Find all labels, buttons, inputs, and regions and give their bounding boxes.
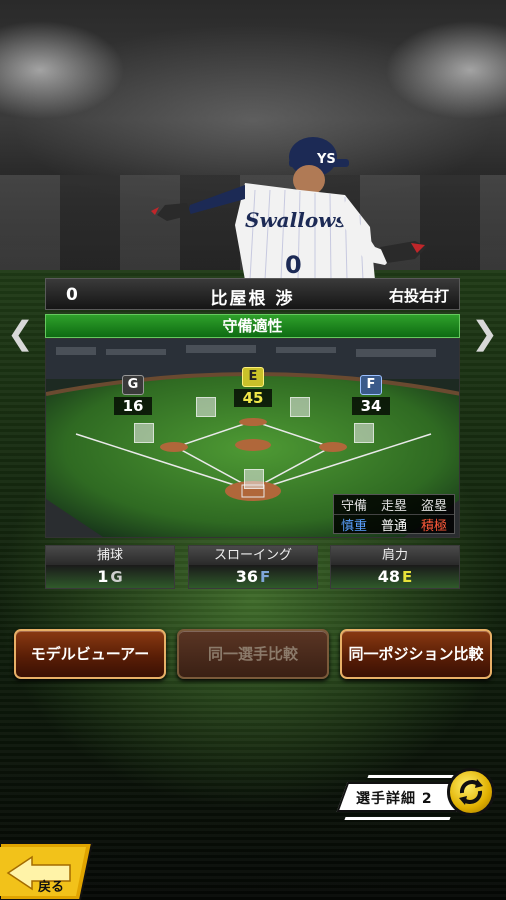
left-field-grade: G 16 <box>114 373 152 415</box>
same-player-compare-button[interactable]: 同一選手比較 <box>177 629 329 679</box>
chevron-right-icon[interactable]: ❯ <box>471 314 498 352</box>
position-marker-second-deep[interactable] <box>290 397 310 417</box>
stat-grade: G <box>110 568 123 586</box>
style-label-steal: 盗塁 <box>414 495 454 515</box>
fielding-diagram: G 16 E 45 F 34 守備 走塁 盗塁 慎重 普通 積極 <box>45 338 460 538</box>
throw-bat-info: 右投右打 <box>388 287 449 305</box>
grade-badge: F <box>360 375 382 395</box>
grade-badge: G <box>122 375 144 395</box>
player-image: YS Swallows 0 <box>151 137 427 280</box>
stat-value: 36 F <box>189 565 317 588</box>
player-name-bar: 0 比屋根 渉 右投右打 <box>45 278 460 310</box>
fielding-aptitude-header: 守備適性 <box>45 314 460 338</box>
stat-number: 1 <box>97 567 109 586</box>
center-field-grade: E 45 <box>234 365 272 407</box>
svg-text:0: 0 <box>285 251 302 279</box>
style-value-steal: 積極 <box>420 519 447 534</box>
detail-stripe-decoration <box>344 817 451 820</box>
stat-number: 48 <box>377 567 400 586</box>
cycle-icon[interactable] <box>447 768 495 816</box>
stat-label: 肩力 <box>331 546 459 565</box>
same-position-compare-button[interactable]: 同一ポジション比較 <box>340 629 492 679</box>
stat-number: 36 <box>235 567 258 586</box>
right-field-grade: F 34 <box>352 373 390 415</box>
position-marker-third[interactable] <box>134 423 154 443</box>
svg-text:Swallows: Swallows <box>245 208 347 232</box>
detail-stripe-decoration <box>367 775 454 778</box>
stat-value: 48 E <box>331 565 459 588</box>
style-value-defense: 慎重 <box>340 519 367 534</box>
position-marker-shortstop-deep[interactable] <box>196 397 216 417</box>
position-marker-first[interactable] <box>354 423 374 443</box>
cycle-arrows-icon <box>459 779 483 805</box>
back-label: 戻る <box>38 880 65 895</box>
model-viewer-button[interactable]: モデルビューアー <box>14 629 166 679</box>
grade-value: 16 <box>114 397 152 415</box>
grade-value: 34 <box>352 397 390 415</box>
svg-text:YS: YS <box>316 152 336 167</box>
stat-value: 1G <box>46 565 174 588</box>
stat-label: スローイング <box>189 546 317 565</box>
style-label-baserunning: 走塁 <box>374 495 414 515</box>
play-style-table: 守備 走塁 盗塁 慎重 普通 積極 <box>333 494 455 534</box>
grade-badge: E <box>242 367 264 387</box>
grade-value: 45 <box>234 389 272 407</box>
style-value-baserunning: 普通 <box>380 519 407 534</box>
style-label-defense: 守備 <box>334 495 374 515</box>
chevron-left-icon[interactable]: ❮ <box>7 314 34 352</box>
stat-throwing: スローイング 36 F <box>188 545 318 589</box>
stat-label: 捕球 <box>46 546 174 565</box>
player-detail-label: 選手詳細 2 <box>356 791 433 807</box>
stat-grade: E <box>402 568 413 586</box>
stat-grade: F <box>260 568 271 586</box>
position-marker-pitcher[interactable] <box>244 469 264 489</box>
stat-catching: 捕球 1G <box>45 545 175 589</box>
stat-arm-strength: 肩力 48 E <box>330 545 460 589</box>
